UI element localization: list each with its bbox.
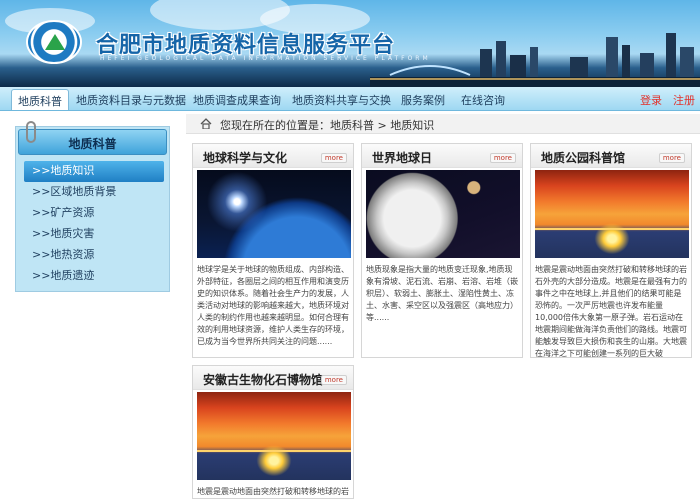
card-anhui-fossil-museum: 安徽古生物化石博物馆 more 地震是震动地面由突然打破和转移地球的岩石外壳的大… [192, 365, 354, 499]
logo-mountain-icon [45, 34, 65, 50]
sidebar-item-mineral-resources[interactable]: >>矿产资源 [24, 203, 164, 224]
more-button[interactable]: more [320, 375, 347, 385]
nav-item-share-exchange[interactable]: 地质资料共享与交换 [292, 92, 391, 108]
login-link[interactable]: 登录 [640, 92, 662, 108]
card-description: 地震是震动地面由突然打破和转移地球的岩石外壳的大部分造成。地震是在最强有力的事件… [535, 265, 687, 358]
card-description: 地球学是关于地球的物质组成、内部构造、外部特征，各圈层之间的相互作用和演变历史的… [197, 265, 349, 346]
nav-item-service-cases[interactable]: 服务案例 [401, 92, 445, 108]
header-banner: 合肥市地质资料信息服务平台 HEFEI GEOLOGICAL DATA INFO… [0, 0, 700, 87]
moon-and-planet-image[interactable] [366, 170, 520, 258]
sidebar-title: 地质科普 [68, 137, 117, 151]
sidebar-item-regional-background[interactable]: >>区域地质背景 [24, 182, 164, 203]
card-title[interactable]: 地质公园科普馆 [541, 149, 625, 166]
card-description: 地震是震动地面由突然打破和转移地球的岩石外壳的大部分造成。地震是在最强有 [197, 487, 349, 496]
earth-from-space-image[interactable] [197, 170, 351, 258]
card-header: 安徽古生物化石博物馆 more [193, 366, 353, 390]
sidebar-header: 地质科普 [18, 129, 167, 155]
card-title[interactable]: 安徽古生物化石博物馆 [203, 371, 323, 388]
nav-item-online-consult[interactable]: 在线咨询 [461, 92, 505, 108]
site-subtitle: HEFEI GEOLOGICAL DATA INFORMATION SERVIC… [100, 55, 431, 62]
nav-item-survey-query[interactable]: 地质调查成果查询 [193, 92, 281, 108]
card-world-earth-day: 世界地球日 more 地质现象是指大量的地质变迁现象,地质现象有滑坡、泥石流、岩… [361, 143, 523, 358]
sunset-sea-image[interactable] [535, 170, 689, 258]
sidebar: 地质科普 >>地质知识 >>区域地质背景 >>矿产资源 >>地质灾害 >>地热资… [15, 121, 170, 292]
register-link[interactable]: 注册 [673, 92, 695, 108]
sidebar-item-geo-hazards[interactable]: >>地质灾害 [24, 224, 164, 245]
sidebar-item-geo-heritage[interactable]: >>地质遗迹 [24, 266, 164, 287]
sidebar-menu: >>地质知识 >>区域地质背景 >>矿产资源 >>地质灾害 >>地热资源 >>地… [24, 161, 164, 287]
card-header: 地质公园科普馆 more [531, 144, 691, 168]
card-geopark-museum: 地质公园科普馆 more 地震是震动地面由突然打破和转移地球的岩石外壳的大部分造… [530, 143, 692, 358]
card-header: 世界地球日 more [362, 144, 522, 168]
more-button[interactable]: more [489, 153, 516, 163]
card-title[interactable]: 世界地球日 [372, 149, 432, 166]
sidebar-item-geothermal[interactable]: >>地热资源 [24, 245, 164, 266]
card-title[interactable]: 地球科学与文化 [203, 149, 287, 166]
main-nav: 地质科普 地质资料目录与元数据 地质调查成果查询 地质资料共享与交换 服务案例 … [0, 87, 700, 111]
card-earth-science-culture: 地球科学与文化 more 地球学是关于地球的物质组成、内部构造、外部特征，各圈层… [192, 143, 354, 358]
card-description: 地质现象是指大量的地质变迁现象,地质现象有滑坡、泥石流、岩崩、岩溶、岩堆（嵌积层… [366, 265, 518, 322]
more-button[interactable]: more [320, 153, 347, 163]
nav-item-geo-science[interactable]: 地质科普 [11, 89, 69, 110]
sidebar-item-geo-knowledge[interactable]: >>地质知识 [24, 161, 164, 182]
home-icon[interactable] [200, 118, 212, 129]
nav-item-catalog-metadata[interactable]: 地质资料目录与元数据 [76, 92, 186, 108]
breadcrumb-text: 您现在所在的位置是：地质科普 > 地质知识 [220, 119, 435, 132]
breadcrumb: 您现在所在的位置是：地质科普 > 地质知识 [186, 114, 700, 134]
paperclip-icon [26, 121, 36, 143]
site-logo[interactable] [26, 20, 82, 64]
more-button[interactable]: more [658, 153, 685, 163]
sunset-sea-image[interactable] [197, 392, 351, 480]
card-header: 地球科学与文化 more [193, 144, 353, 168]
